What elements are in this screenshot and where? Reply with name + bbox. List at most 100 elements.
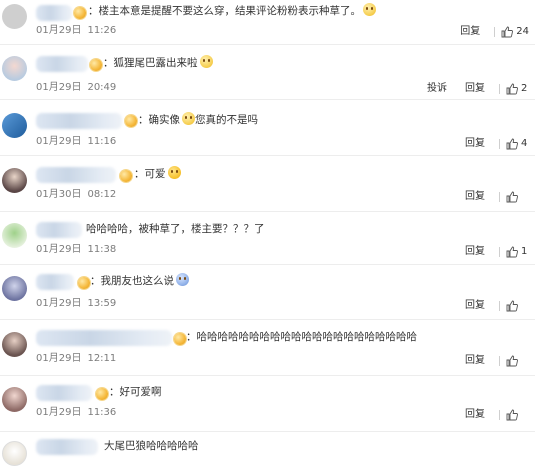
thumbs-up-icon[interactable] xyxy=(501,26,514,38)
vip-badge-icon xyxy=(96,388,108,400)
avatar[interactable] xyxy=(2,4,27,29)
vip-badge-icon xyxy=(174,333,186,345)
thumbs-up-icon[interactable] xyxy=(506,191,518,203)
comment-meta: 01月29日 11:16 xyxy=(36,135,116,149)
cute-emoji-icon xyxy=(167,166,181,179)
comment-date: 01月29日 xyxy=(36,353,82,364)
vip-badge-icon xyxy=(90,59,102,71)
comment-item: ：楼主本意是提醒不要这么穿，结果评论粉粉表示种草了。 01月29日 11:26 回… xyxy=(0,0,535,45)
comment-actions: 回复 xyxy=(465,354,529,368)
comment-time: 11:26 xyxy=(87,25,117,36)
comment-actions: 回复 xyxy=(465,190,529,204)
username-blurred[interactable] xyxy=(36,56,88,72)
comment-date: 01月29日 xyxy=(36,82,82,93)
comment-meta: 01月29日 12:11 xyxy=(36,352,116,366)
avatar[interactable] xyxy=(2,387,27,412)
comment-text: ：狐狸尾巴露出来啦 xyxy=(103,55,213,71)
reply-button[interactable]: 回复 xyxy=(465,299,485,313)
username-blurred[interactable] xyxy=(36,385,92,401)
reply-button[interactable]: 回复 xyxy=(460,25,480,39)
comment-item: ：狐狸尾巴露出来啦 01月29日 20:49 投诉 回复 2 xyxy=(0,45,535,100)
comment-time: 20:49 xyxy=(87,82,117,93)
report-button[interactable]: 投诉 xyxy=(427,82,447,96)
laughing-emoji-icon xyxy=(182,112,195,125)
comment-time: 11:16 xyxy=(87,136,117,147)
like-count: 1 xyxy=(521,246,528,257)
avatar[interactable] xyxy=(2,168,27,193)
reply-button[interactable]: 回复 xyxy=(465,82,485,96)
comment-item: ：哈哈哈哈哈哈哈哈哈哈哈哈哈哈哈哈哈哈哈哈哈 01月29日 12:11 回复 xyxy=(0,320,535,376)
comment-meta: 01月29日 13:59 xyxy=(36,297,116,311)
divider xyxy=(499,139,500,149)
divider xyxy=(499,192,500,202)
avatar[interactable] xyxy=(2,223,27,248)
comment-date: 01月29日 xyxy=(36,136,82,147)
thumbs-up-icon[interactable] xyxy=(506,409,518,421)
comment-item: 大尾巴狼哈哈哈哈哈 xyxy=(0,432,535,466)
comment-actions: 回复 xyxy=(465,408,529,422)
comment-date: 01月29日 xyxy=(36,25,82,36)
avatar[interactable] xyxy=(2,113,27,138)
username-blurred[interactable] xyxy=(36,113,122,129)
like-count: 2 xyxy=(521,83,528,94)
thumbs-up-icon[interactable] xyxy=(506,355,518,367)
comment-item: ：我朋友也这么说 01月29日 13:59 回复 xyxy=(0,265,535,320)
vip-badge-icon xyxy=(74,7,86,19)
comment-meta: 01月29日 11:36 xyxy=(36,406,116,420)
username-blurred[interactable] xyxy=(36,330,172,346)
comment-actions: 投诉 回复 2 xyxy=(427,82,529,96)
comment-meta: 01月29日 20:49 xyxy=(36,81,116,95)
comment-item: 哈哈哈哈，被种草了，楼主要？？？了 01月29日 11:38 回复 1 xyxy=(0,212,535,265)
thumbs-up-icon[interactable] xyxy=(506,83,518,95)
comment-actions: 回复 xyxy=(465,299,529,313)
comment-item: ：好可爱啊 01月29日 11:36 回复 xyxy=(0,376,535,432)
comment-actions: 回复 1 xyxy=(465,245,529,259)
comment-item: ：可爱 01月30日 08:12 回复 xyxy=(0,156,535,212)
comment-text: ：确实像 您真的不是吗 xyxy=(138,112,258,126)
divider xyxy=(499,301,500,311)
divider xyxy=(499,247,500,257)
avatar[interactable] xyxy=(2,56,27,81)
comment-meta: 01月29日 11:38 xyxy=(36,243,116,257)
divider xyxy=(499,410,500,420)
thumbs-up-icon[interactable] xyxy=(506,138,518,150)
comment-text: ：可爱 xyxy=(134,166,181,182)
comment-time: 13:59 xyxy=(87,298,117,309)
comment-date: 01月29日 xyxy=(36,244,82,255)
laughing-emoji-icon xyxy=(199,55,213,68)
username-blurred[interactable] xyxy=(36,222,82,238)
username-blurred[interactable] xyxy=(36,274,74,290)
comment-date: 01月29日 xyxy=(36,407,82,418)
avatar[interactable] xyxy=(2,332,27,357)
reply-button[interactable]: 回复 xyxy=(465,354,485,368)
comment-date: 01月30日 xyxy=(36,189,82,200)
reply-button[interactable]: 回复 xyxy=(465,245,485,259)
username-blurred[interactable] xyxy=(36,5,72,21)
comment-actions: 回复 24 xyxy=(460,25,529,39)
comment-text: ：好可爱啊 xyxy=(109,386,162,398)
divider xyxy=(499,84,500,94)
vip-badge-icon xyxy=(120,170,132,182)
cute-emoji-icon xyxy=(176,273,189,286)
like-count: 4 xyxy=(521,138,528,149)
comment-time: 11:36 xyxy=(87,407,117,418)
comment-time: 11:38 xyxy=(87,244,117,255)
comment-text: ：哈哈哈哈哈哈哈哈哈哈哈哈哈哈哈哈哈哈哈哈哈 xyxy=(186,331,417,343)
reply-button[interactable]: 回复 xyxy=(465,408,485,422)
comment-time: 08:12 xyxy=(87,189,117,200)
vip-badge-icon xyxy=(125,115,137,127)
comment-item: ：确实像 您真的不是吗 01月29日 11:16 回复 4 xyxy=(0,100,535,156)
reply-button[interactable]: 回复 xyxy=(465,190,485,204)
avatar[interactable] xyxy=(2,276,27,301)
thumbs-up-icon[interactable] xyxy=(506,246,518,258)
comment-date: 01月29日 xyxy=(36,298,82,309)
avatar[interactable] xyxy=(2,441,27,466)
comment-text: 哈哈哈哈，被种草了，楼主要？？？了 xyxy=(86,223,265,235)
thumbs-up-icon[interactable] xyxy=(506,300,518,312)
username-blurred[interactable] xyxy=(36,167,116,183)
comment-text: ：楼主本意是提醒不要这么穿，结果评论粉粉表示种草了。 xyxy=(88,3,376,19)
comment-meta: 01月29日 11:26 xyxy=(36,24,116,38)
comment-meta: 01月30日 08:12 xyxy=(36,188,116,202)
reply-button[interactable]: 回复 xyxy=(465,137,485,151)
username-blurred[interactable] xyxy=(36,439,98,455)
